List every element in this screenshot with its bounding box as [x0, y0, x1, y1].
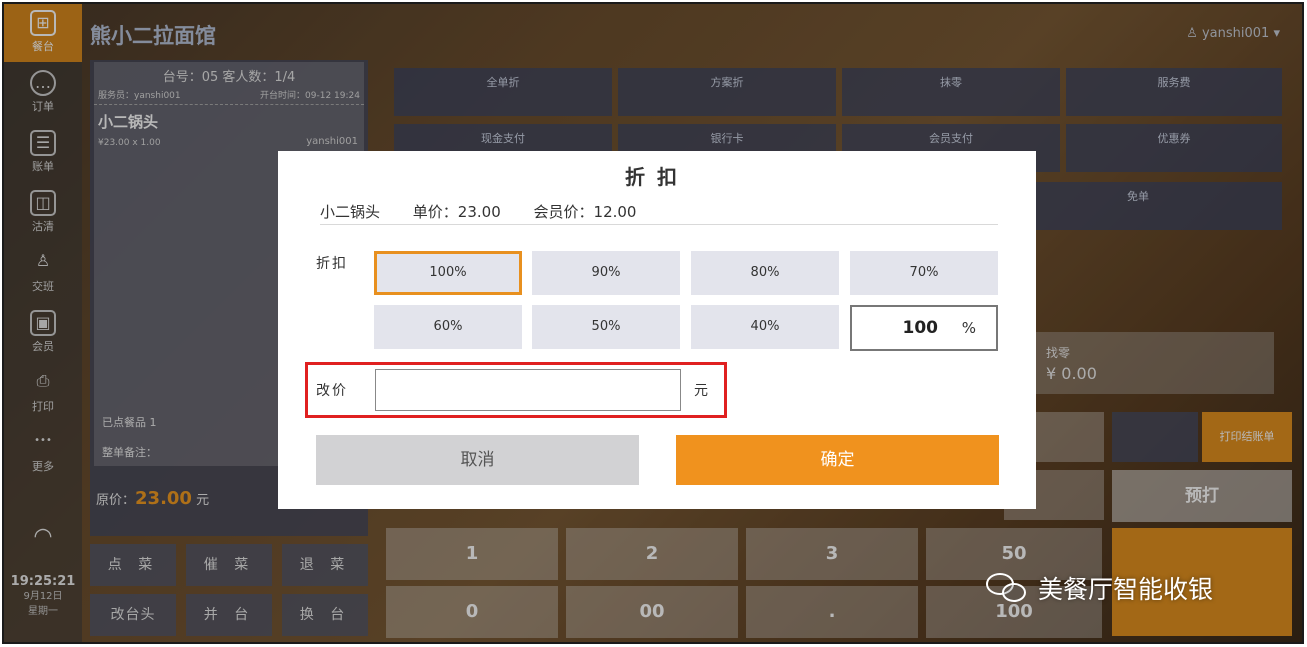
discount-option-80[interactable]: 80% — [691, 251, 839, 295]
unit-price: 单价：23.00 — [412, 203, 501, 221]
watermark: 美餐厅智能收银 — [984, 570, 1213, 606]
dialog-title: 折扣 — [625, 165, 689, 189]
wechat-logo-icon — [984, 570, 1030, 606]
price-unit: 元 — [694, 383, 708, 399]
item-name: 小二锅头 — [320, 203, 381, 221]
app-window: ⊞ 餐台 … 订单 ☰ 账单 ◫ 沽清 ♙ 交班 ▣ 会员 ⎙ 打印 ••• 更 — [2, 2, 1304, 644]
discount-label: 折扣 — [316, 256, 348, 272]
custom-discount-input[interactable]: 100 % — [850, 305, 998, 351]
discount-option-50[interactable]: 50% — [532, 305, 680, 349]
discount-option-40[interactable]: 40% — [691, 305, 839, 349]
price-change-label: 改价 — [316, 383, 348, 399]
price-change-input[interactable] — [375, 369, 681, 411]
discount-option-60[interactable]: 60% — [374, 305, 522, 349]
custom-discount-unit: % — [961, 319, 976, 337]
discount-option-100[interactable]: 100% — [374, 251, 522, 295]
member-price: 会员价：12.00 — [533, 203, 637, 221]
item-info: 小二锅头 单价：23.00 会员价：12.00 — [320, 201, 998, 225]
confirm-button[interactable]: 确定 — [676, 435, 999, 485]
custom-discount-value: 100 — [902, 318, 939, 338]
watermark-text: 美餐厅智能收银 — [1038, 575, 1214, 604]
discount-option-90[interactable]: 90% — [532, 251, 680, 295]
cancel-button[interactable]: 取消 — [316, 435, 639, 485]
discount-option-70[interactable]: 70% — [850, 251, 998, 295]
discount-dialog: 折扣 小二锅头 单价：23.00 会员价：12.00 折扣 100% 90% 8… — [278, 151, 1036, 509]
